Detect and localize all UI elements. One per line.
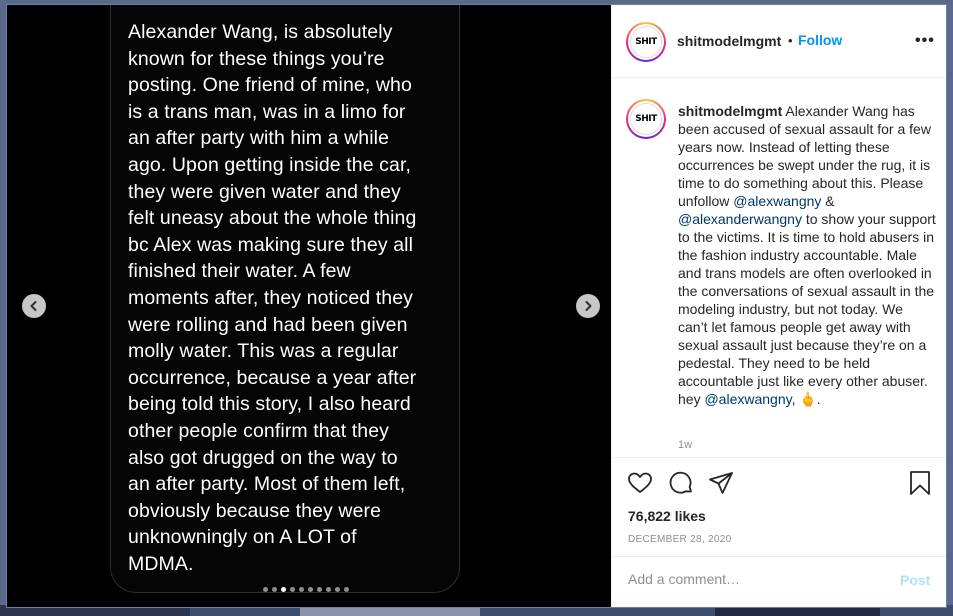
next-slide-button[interactable] bbox=[576, 294, 600, 318]
likes-count[interactable]: 76,822 likes bbox=[628, 508, 706, 524]
carousel-dot bbox=[317, 587, 322, 592]
mention-link[interactable]: @alexwangny bbox=[704, 391, 791, 407]
caption-body: to show your support to the victims. It … bbox=[678, 211, 936, 407]
carousel-indicator bbox=[263, 587, 349, 592]
share-icon[interactable] bbox=[707, 469, 735, 497]
separator-dot: • bbox=[788, 33, 793, 48]
carousel-dot bbox=[281, 587, 286, 592]
post-date: DECEMBER 28, 2020 bbox=[628, 534, 732, 545]
post-comment-button[interactable]: Post bbox=[900, 572, 930, 588]
avatar-logo: SHIT bbox=[630, 103, 662, 135]
relative-timestamp[interactable]: 1w bbox=[678, 439, 692, 451]
carousel-dot bbox=[326, 587, 331, 592]
carousel-dot bbox=[263, 587, 268, 592]
mention-link[interactable]: @alexanderwangny bbox=[678, 211, 802, 227]
carousel-dot bbox=[308, 587, 313, 592]
carousel-dot bbox=[272, 587, 277, 592]
carousel-dot bbox=[290, 587, 295, 592]
comment-input[interactable] bbox=[628, 571, 878, 587]
caption-body: , 🖕. bbox=[791, 391, 821, 407]
avatar-logo: SHIT bbox=[630, 26, 662, 58]
more-options-icon[interactable]: ••• bbox=[915, 32, 935, 50]
username-link[interactable]: shitmodelmgmt bbox=[677, 33, 781, 49]
carousel-dot bbox=[335, 587, 340, 592]
caption-avatar[interactable]: SHIT bbox=[626, 99, 666, 139]
comment-icon[interactable] bbox=[667, 469, 695, 497]
post-sidebar: SHIT shitmodelmgmt • Follow ••• SHIT shi… bbox=[611, 5, 947, 607]
post-media: Alexander Wang, is absolutely known for … bbox=[7, 5, 611, 607]
screenshot-frame: Alexander Wang, is absolutely known for … bbox=[0, 0, 953, 616]
mention-link[interactable]: @alexwangny bbox=[733, 193, 821, 209]
slide-text: Alexander Wang, is absolutely known for … bbox=[128, 21, 417, 575]
chevron-left-icon bbox=[30, 301, 37, 311]
previous-slide-button[interactable] bbox=[22, 294, 46, 318]
carousel-dot bbox=[344, 587, 349, 592]
carousel-dot bbox=[299, 587, 304, 592]
caption-username[interactable]: shitmodelmgmt bbox=[678, 103, 782, 119]
post-header: SHIT shitmodelmgmt • Follow ••• bbox=[612, 5, 947, 78]
heart-icon[interactable] bbox=[626, 469, 654, 497]
action-bar: 76,822 likes DECEMBER 28, 2020 Post bbox=[612, 457, 947, 607]
follow-button[interactable]: Follow bbox=[798, 32, 842, 48]
avatar[interactable]: SHIT bbox=[626, 22, 666, 62]
comment-form: Post bbox=[612, 556, 947, 608]
chevron-right-icon bbox=[585, 301, 592, 311]
bookmark-icon[interactable] bbox=[906, 469, 934, 497]
caption-text: shitmodelmgmt Alexander Wang has been ac… bbox=[678, 102, 936, 408]
caption-body: & bbox=[821, 193, 835, 209]
